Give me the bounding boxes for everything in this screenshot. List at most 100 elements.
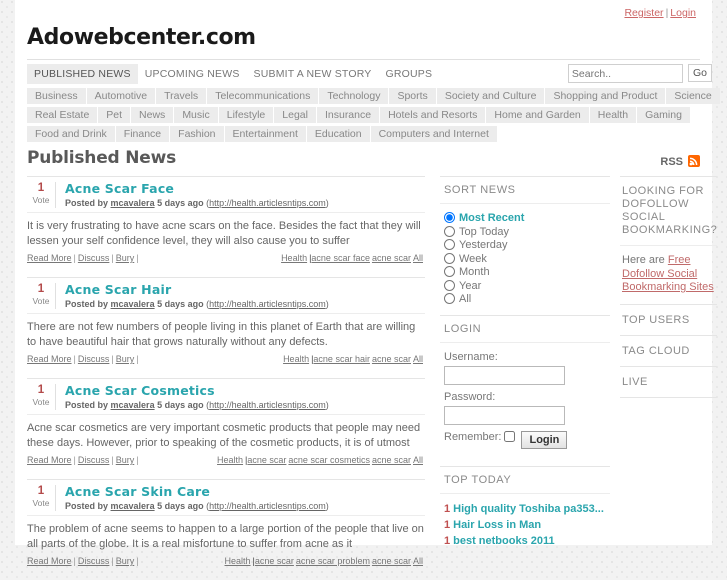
sort-option-all[interactable]: All [444,293,610,307]
story-author-link[interactable]: mcavalera [111,400,155,410]
sort-radio-yesterday[interactable] [444,239,455,250]
read-more-link[interactable]: Read More [27,556,72,566]
story-source-link[interactable]: http://health.articlesntips.com [209,501,326,511]
story-tag-link[interactable]: acne scar [372,253,411,263]
story-category-link[interactable]: Health [225,556,251,566]
story-title-link[interactable]: Acne Scar Hair [65,283,425,297]
category-music[interactable]: Music [174,107,218,123]
story-title-link[interactable]: Acne Scar Cosmetics [65,384,425,398]
story-tag-link[interactable]: acne scar problem [296,556,370,566]
read-more-link[interactable]: Read More [27,253,72,263]
category-science[interactable]: Science [666,88,720,104]
list-item[interactable]: 1 best netbooks 2011 [444,534,610,549]
story-author-link[interactable]: mcavalera [111,299,155,309]
story-category-link[interactable]: Health [283,354,309,364]
vote-box[interactable]: 1 Vote [27,283,56,309]
story-tags-all-link[interactable]: All [413,354,423,364]
login-button[interactable]: Login [521,430,568,449]
sort-radio-week[interactable] [444,252,455,264]
category-real-estate[interactable]: Real Estate [27,107,98,123]
sort-option-week[interactable]: Week [444,252,610,267]
top-today-link[interactable]: High quality Toshiba pa353... [453,503,604,515]
category-news[interactable]: News [131,107,174,123]
category-sports[interactable]: Sports [389,88,436,104]
story-category-link[interactable]: Health [281,253,307,263]
live-heading[interactable]: LIVE [620,365,717,397]
story-tags-all-link[interactable]: All [413,455,423,465]
story-tag-link[interactable]: acne scar [372,354,411,364]
read-more-link[interactable]: Read More [27,455,72,465]
nav-item-upcoming-news[interactable]: UPCOMING NEWS [138,64,247,84]
remember-checkbox[interactable] [504,430,516,442]
story-source-link[interactable]: http://health.articlesntips.com [209,400,326,410]
category-travels[interactable]: Travels [156,88,207,104]
bury-link[interactable]: Bury [116,455,135,465]
story-tag-link[interactable]: acne scar [247,455,286,465]
sort-radio-year[interactable] [444,279,455,291]
story-tags-all-link[interactable]: All [413,556,423,566]
story-source-link[interactable]: http://health.articlesntips.com [209,299,326,309]
vote-box[interactable]: 1 Vote [27,182,56,208]
top-today-link[interactable]: Hair Loss in Man [453,519,541,531]
story-author-link[interactable]: mcavalera [111,501,155,511]
password-input[interactable] [444,405,565,425]
category-gaming[interactable]: Gaming [637,107,690,123]
top-users-heading[interactable]: TOP USERS [620,303,717,335]
story-tag-link[interactable]: acne scar cosmetics [288,455,370,465]
nav-item-submit-story[interactable]: SUBMIT A NEW STORY [247,64,379,84]
category-entertainment[interactable]: Entertainment [224,126,306,142]
register-link[interactable]: Register [624,7,663,19]
category-hotels-and-resorts[interactable]: Hotels and Resorts [380,107,486,123]
story-title-link[interactable]: Acne Scar Skin Care [65,485,425,499]
username-input[interactable] [444,365,565,385]
bury-link[interactable]: Bury [116,253,135,263]
sort-option-top-today[interactable]: Top Today [444,225,610,240]
category-home-and-garden[interactable]: Home and Garden [486,107,589,123]
search-go-button[interactable]: Go [687,64,712,82]
category-legal[interactable]: Legal [274,107,316,123]
story-tag-link[interactable]: acne scar hair [313,354,370,364]
discuss-link[interactable]: Discuss [78,354,110,364]
nav-item-published-news[interactable]: PUBLISHED NEWS [27,64,138,84]
read-more-link[interactable]: Read More [27,354,72,364]
bury-link[interactable]: Bury [116,556,135,566]
discuss-link[interactable]: Discuss [78,455,110,465]
category-computers-and-internet[interactable]: Computers and Internet [370,126,497,142]
list-item[interactable]: 1 High quality Toshiba pa353... [444,502,610,517]
story-source-link[interactable]: http://health.articlesntips.com [209,198,326,208]
sort-option-year[interactable]: Year [444,279,610,294]
category-insurance[interactable]: Insurance [316,107,380,123]
sort-radio-month[interactable] [444,266,455,277]
sort-option-most-recent[interactable]: Most Recent [444,212,610,226]
category-lifestyle[interactable]: Lifestyle [218,107,274,123]
login-link[interactable]: Login [670,7,696,19]
story-category-link[interactable]: Health [217,455,243,465]
rss-link[interactable]: RSS [660,155,700,168]
story-tag-link[interactable]: acne scar [255,556,294,566]
discuss-link[interactable]: Discuss [78,253,110,263]
category-pet[interactable]: Pet [98,107,131,123]
search-input[interactable] [567,64,683,83]
story-tag-link[interactable]: acne scar face [311,253,370,263]
sort-option-month[interactable]: Month [444,266,610,280]
category-business[interactable]: Business [27,88,86,104]
category-technology[interactable]: Technology [319,88,389,104]
bury-link[interactable]: Bury [116,354,135,364]
sort-radio-all[interactable] [444,293,455,304]
story-tag-link[interactable]: acne scar [372,455,411,465]
category-food-and-drink[interactable]: Food and Drink [27,126,115,142]
sort-option-yesterday[interactable]: Yesterday [444,239,610,253]
story-author-link[interactable]: mcavalera [111,198,155,208]
category-automotive[interactable]: Automotive [86,88,156,104]
tag-cloud-heading[interactable]: TAG CLOUD [620,334,717,366]
story-tags-all-link[interactable]: All [413,253,423,263]
category-telecommunications[interactable]: Telecommunications [207,88,319,104]
vote-box[interactable]: 1 Vote [27,384,56,410]
story-title-link[interactable]: Acne Scar Face [65,182,425,196]
category-shopping-and-product[interactable]: Shopping and Product [545,88,666,104]
category-health[interactable]: Health [589,107,637,123]
story-tag-link[interactable]: acne scar [372,556,411,566]
category-fashion[interactable]: Fashion [170,126,224,142]
category-finance[interactable]: Finance [115,126,170,142]
sort-radio-top-today[interactable] [444,225,455,237]
